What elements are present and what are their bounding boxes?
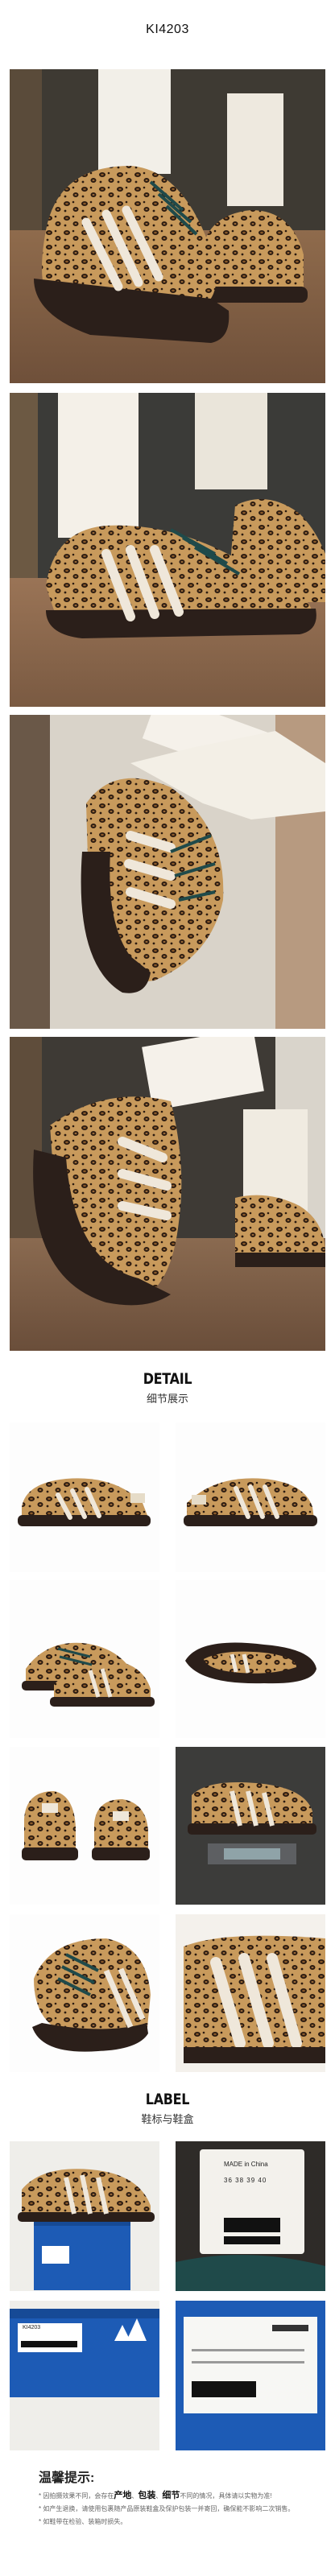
label-title-zh: 鞋标与鞋盒 — [141, 2113, 194, 2125]
tips-body: * 因拍摄效果不同，会存在产地、包装、细节不同的情况，具体请以实物为准! * 如… — [39, 2489, 304, 2529]
detail-title-zh: 细节展示 — [146, 1393, 188, 1405]
hero-photo-2 — [10, 393, 325, 707]
label-title-en: LABEL — [145, 2090, 190, 2108]
tips-line-3: * 如鞋带在检验、装箱时损失。 — [39, 2518, 127, 2525]
tips-highlight-origin: 产地 — [114, 2491, 132, 2500]
detail-photo-side-right — [176, 1422, 325, 1572]
tag-sizes: 36 38 39 40 — [224, 2177, 267, 2184]
tips-highlight-details: 细节 — [162, 2491, 180, 2500]
label-photo-shoe-on-box — [10, 2141, 159, 2291]
detail-photo-pair-top — [10, 1580, 159, 1738]
hero-photo-1 — [10, 69, 325, 383]
box-code: KI4203 — [23, 2325, 41, 2330]
tag-made-in: MADE in China — [224, 2161, 268, 2168]
tips-highlight-packaging: 包装 — [138, 2491, 156, 2500]
detail-photo-scale — [176, 1747, 325, 1905]
label-photo-box: KI4203 — [10, 2301, 159, 2450]
label-photo-box-label — [176, 2301, 325, 2450]
label-photo-tongue-tag: MADE in China 36 38 39 40 — [176, 2141, 325, 2291]
detail-photo-side-left — [10, 1422, 159, 1572]
tips-title: 温馨提示: — [39, 2471, 95, 2485]
product-code: KI4203 — [146, 23, 189, 36]
detail-photo-top-laces — [10, 1914, 159, 2072]
tips-line-2: * 如产生退换，请使用包裹随产品原装鞋盒及保护包装一并寄回，确保能不影响二次销售… — [39, 2505, 295, 2512]
detail-section-title: DETAIL 细节展示 — [0, 1369, 335, 1406]
label-section-title: LABEL 鞋标与鞋盒 — [0, 2091, 335, 2126]
detail-title-en: DETAIL — [143, 1369, 192, 1388]
detail-photo-heel — [10, 1747, 159, 1905]
tips-line-1: * 因拍摄效果不同，会存在产地、包装、细节不同的情况，具体请以实物为准! — [39, 2489, 304, 2503]
detail-photo-closeup — [176, 1914, 325, 2072]
tips-line-1-suffix: 不同的情况，具体请以实物为准! — [180, 2492, 272, 2500]
hero-photo-3 — [10, 715, 325, 1029]
tips-line-1-prefix: * 因拍摄效果不同，会存在 — [39, 2492, 114, 2500]
detail-photo-sole — [176, 1580, 325, 1738]
hero-photo-4 — [10, 1037, 325, 1351]
